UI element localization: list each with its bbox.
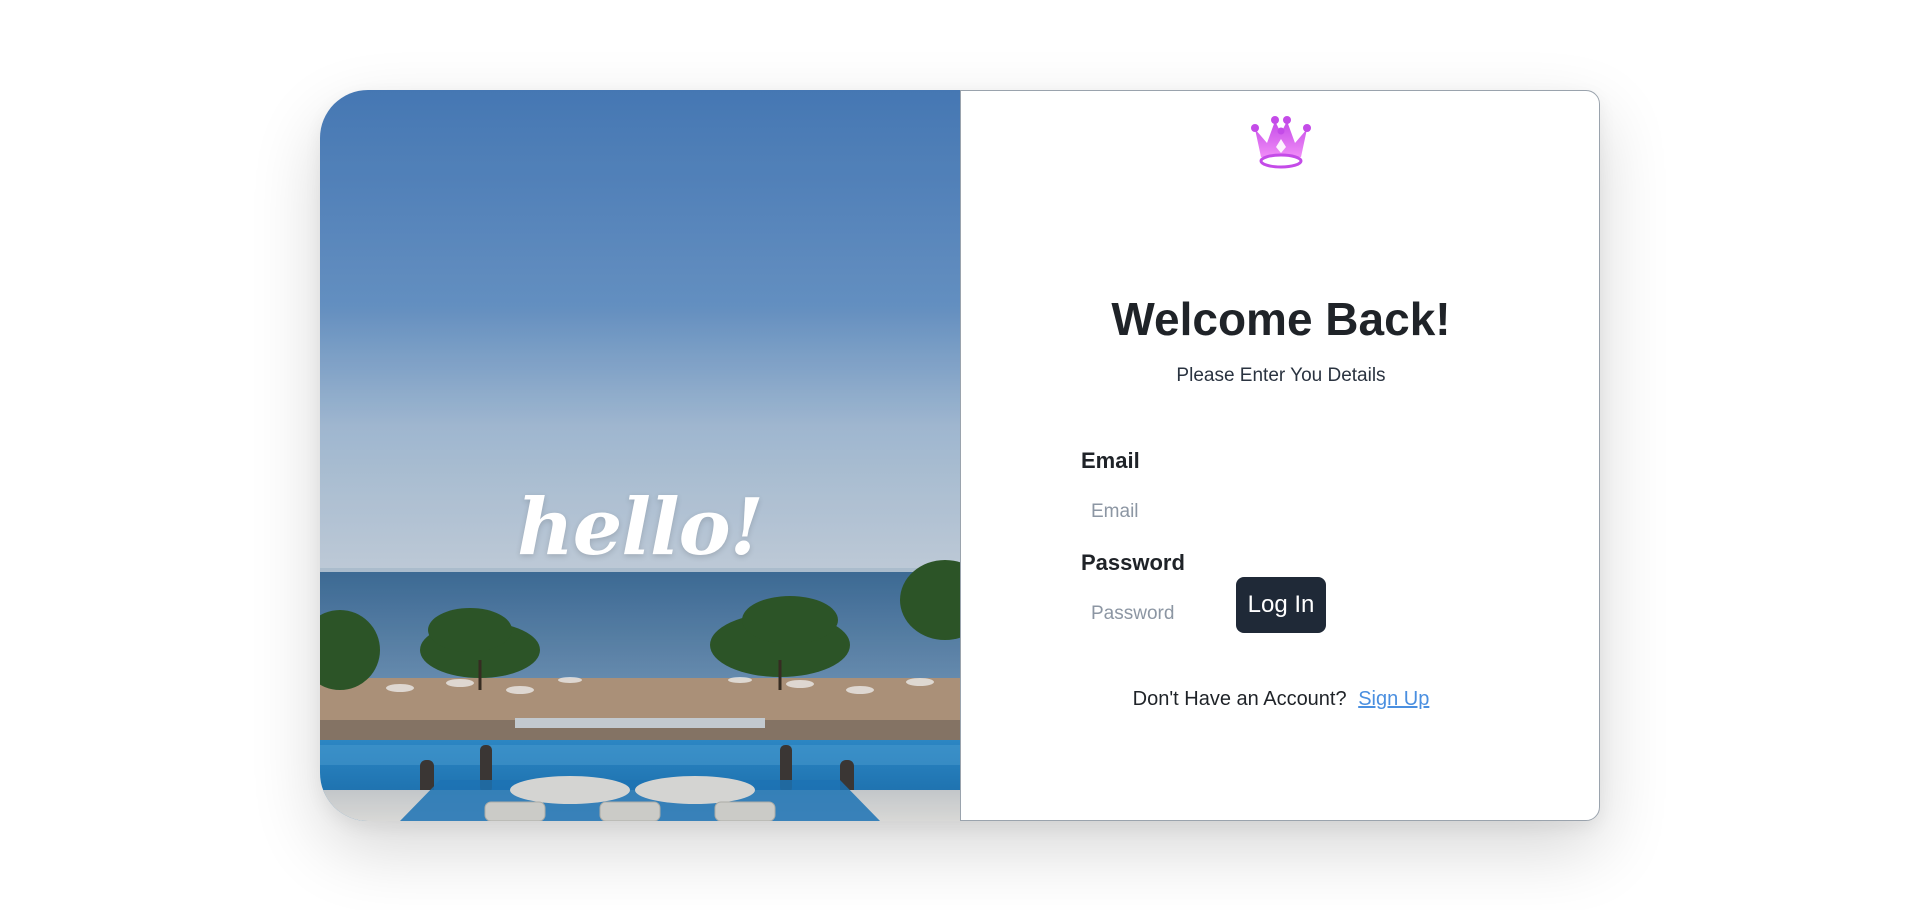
page-subtitle: Please Enter You Details	[1176, 365, 1386, 386]
hero-greeting-text: hello!	[517, 482, 764, 573]
password-label: Password	[1081, 550, 1185, 575]
crown-icon	[1251, 116, 1311, 169]
page: hello! Welcome Back! Please Enter You De…	[0, 0, 1918, 910]
resort-pool-photo	[320, 90, 960, 821]
login-card: hello! Welcome Back! Please Enter You De…	[320, 90, 1600, 821]
signup-prompt: Don't Have an Account?	[1132, 688, 1347, 710]
email-input[interactable]	[1081, 495, 1501, 529]
signup-link[interactable]: Sign Up	[1358, 688, 1429, 710]
signup-row: Don't Have an Account? Sign Up	[961, 688, 1601, 711]
login-button[interactable]: Log In	[1236, 577, 1326, 633]
page-title: Welcome Back!	[1111, 293, 1451, 345]
login-panel: Welcome Back! Please Enter You Details E…	[960, 90, 1600, 821]
hero-image-panel: hello!	[320, 90, 960, 821]
email-label: Email	[1081, 448, 1140, 473]
